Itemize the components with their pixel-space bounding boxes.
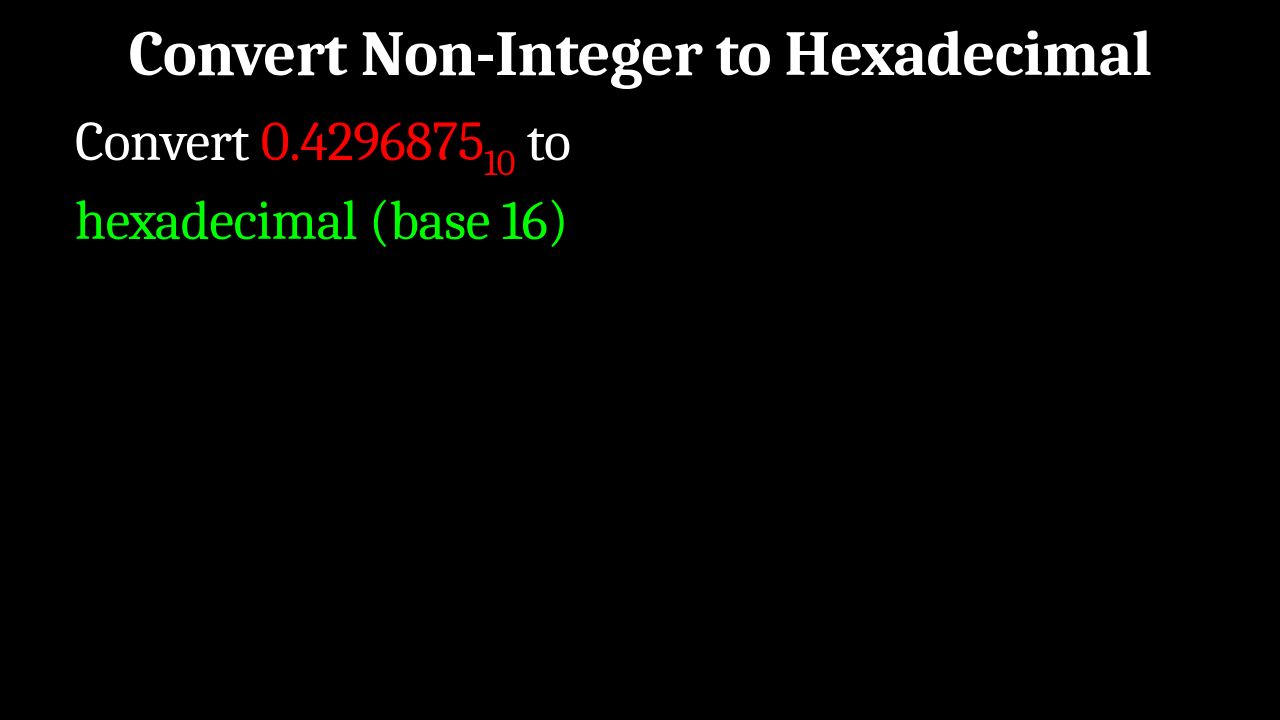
source-base-subscript: 10 [484, 143, 515, 185]
slide-title: Convert Non-Integer to Hexadecimal [0, 18, 1280, 92]
to-label: to [515, 110, 570, 174]
source-number: 0.4296875 [261, 110, 484, 174]
target-base: hexadecimal (base 16) [75, 189, 568, 253]
slide-container: Convert Non-Integer to Hexadecimal Conve… [0, 0, 1280, 720]
slide-body: Convert 0.429687510 to hexadecimal (base… [0, 92, 1280, 258]
convert-label: Convert [75, 110, 261, 174]
